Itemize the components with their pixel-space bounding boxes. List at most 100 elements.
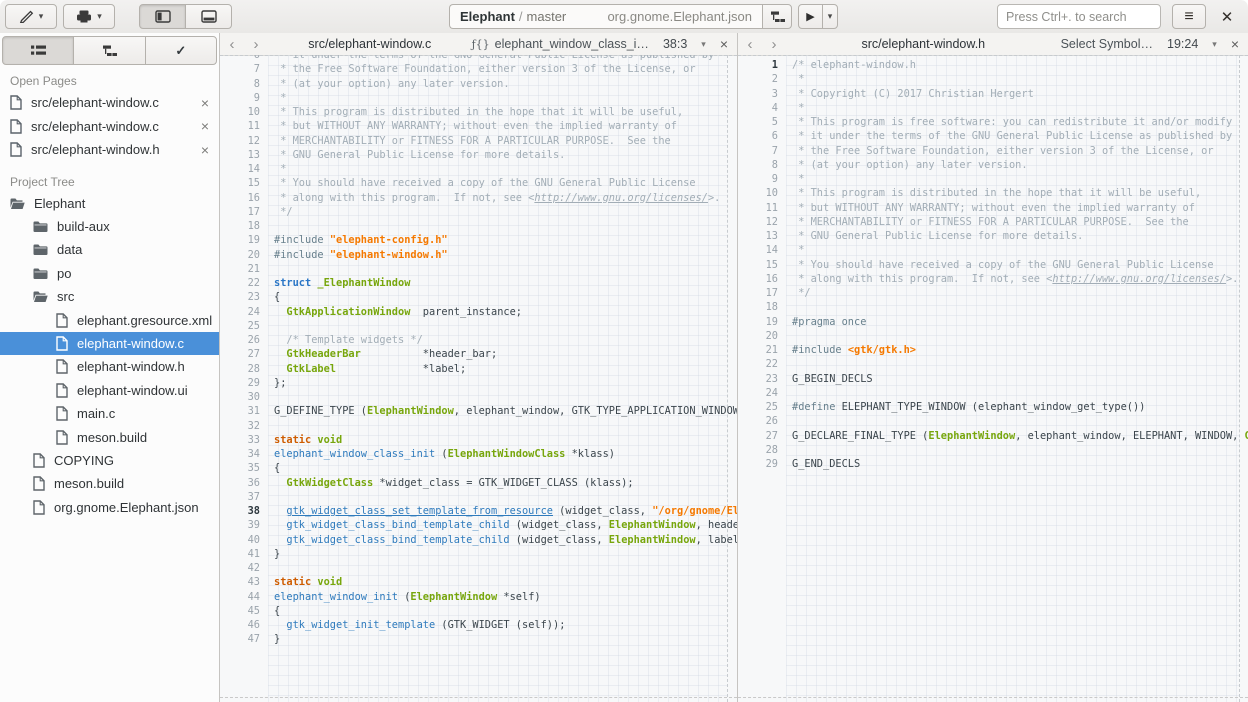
line-number: 24: [738, 386, 786, 400]
sidebar-tab-open-pages[interactable]: [2, 36, 74, 65]
symbol-menu-button[interactable]: ƒ{} elephant_window_class_i…: [472, 37, 649, 51]
tree-item[interactable]: elephant-window.h: [0, 355, 219, 378]
code-text: [268, 561, 274, 575]
tree-item[interactable]: elephant-window.c: [0, 332, 219, 355]
code-editor[interactable]: 6 * it under the terms of the GNU Genera…: [220, 55, 737, 702]
file-icon: [33, 476, 45, 491]
line-number: 21: [220, 262, 268, 276]
run-options-button[interactable]: ▾: [822, 4, 838, 29]
code-text: static void: [268, 433, 342, 447]
chevron-down-icon[interactable]: ▾: [701, 39, 706, 50]
code-editor[interactable]: 1/* elephant-window.h2 *3 * Copyright (C…: [738, 55, 1248, 702]
line-number: 14: [738, 243, 786, 257]
code-line: 27 GtkHeaderBar *header_bar;: [220, 347, 737, 361]
code-line: 20: [738, 329, 1248, 343]
code-line: 11 * but WITHOUT ANY WARRANTY; without e…: [220, 119, 737, 133]
code-text: * This program is distributed in the hop…: [786, 186, 1201, 200]
tree-item[interactable]: elephant-window.ui: [0, 379, 219, 402]
code-line: 15 * You should have received a copy of …: [738, 258, 1248, 272]
close-pane-button[interactable]: ×: [720, 36, 728, 52]
code-line: 25: [220, 319, 737, 333]
tree-item[interactable]: meson.build: [0, 472, 219, 495]
nav-forward-button[interactable]: ›: [762, 37, 786, 52]
file-icon: [56, 383, 68, 398]
project-tree: Elephant build-aux data po srcelephant.greso…: [0, 192, 219, 519]
editor-mode-button[interactable]: ▾: [5, 4, 57, 29]
nav-forward-button[interactable]: ›: [244, 37, 268, 52]
close-pane-button[interactable]: ×: [1231, 36, 1239, 52]
code-text: {: [268, 604, 280, 618]
tree-item[interactable]: COPYING: [0, 449, 219, 472]
code-line: 46 gtk_widget_init_template (GTK_WIDGET …: [220, 618, 737, 632]
open-page-item[interactable]: src/elephant-window.h×: [0, 138, 219, 162]
chevron-down-icon[interactable]: ▾: [1212, 39, 1217, 50]
tree-icon: [102, 45, 117, 57]
code-line: 9 *: [220, 91, 737, 105]
tree-item[interactable]: src: [0, 285, 219, 308]
chevron-down-icon: ▾: [39, 12, 44, 21]
line-number: 8: [738, 158, 786, 172]
search-input[interactable]: [997, 4, 1161, 29]
code-text: *: [786, 243, 804, 257]
tree-item-label: meson.build: [77, 430, 147, 445]
project-name: Elephant: [460, 9, 515, 24]
code-line: 19#include "elephant-config.h": [220, 233, 737, 247]
symbol-menu-button[interactable]: Select Symbol…: [1061, 37, 1153, 51]
line-number: 9: [738, 172, 786, 186]
document-title: src/elephant-window.h: [786, 37, 1061, 51]
code-text: G_DEFINE_TYPE (ElephantWindow, elephant_…: [268, 404, 737, 418]
tree-item[interactable]: po: [0, 262, 219, 285]
code-text: [268, 262, 274, 276]
device-button[interactable]: ▾: [63, 4, 115, 29]
tree-item[interactable]: meson.build: [0, 425, 219, 448]
tree-item[interactable]: data: [0, 238, 219, 261]
tree-item[interactable]: elephant.gresource.xml: [0, 308, 219, 331]
line-number: 16: [220, 191, 268, 205]
line-number: 27: [738, 429, 786, 443]
pane-header: ‹ › src/elephant-window.h Select Symbol……: [738, 33, 1248, 56]
menu-button[interactable]: ≡: [1172, 4, 1206, 29]
nav-back-button[interactable]: ‹: [220, 37, 244, 52]
tree-item-label: elephant-window.ui: [77, 383, 188, 398]
tree-item[interactable]: main.c: [0, 402, 219, 425]
file-icon: [56, 313, 68, 328]
sidebar-tab-tasks[interactable]: ✓: [145, 36, 217, 65]
line-number: 8: [220, 77, 268, 91]
line-number: 27: [220, 347, 268, 361]
run-button[interactable]: ▶: [798, 4, 823, 29]
close-icon[interactable]: ×: [199, 118, 211, 134]
close-icon[interactable]: ×: [199, 95, 211, 111]
code-line: 9 *: [738, 172, 1248, 186]
window-close-button[interactable]: ✕: [1212, 4, 1242, 29]
code-text: #include "elephant-config.h": [268, 233, 448, 247]
line-number: 5: [738, 115, 786, 129]
tree-item[interactable]: build-aux: [0, 215, 219, 238]
code-line: 41}: [220, 547, 737, 561]
line-number: 38: [220, 504, 268, 518]
open-page-item[interactable]: src/elephant-window.c×: [0, 115, 219, 139]
code-text: * it under the terms of the GNU General …: [786, 129, 1232, 143]
tree-item[interactable]: Elephant: [0, 192, 219, 215]
file-icon: [56, 336, 68, 351]
code-line: 29G_END_DECLS: [738, 457, 1248, 471]
run-group: ▶ ▾: [798, 4, 839, 29]
line-number: 14: [220, 162, 268, 176]
tree-item-label: build-aux: [57, 219, 110, 234]
close-icon[interactable]: ×: [199, 142, 211, 158]
code-line: 20#include "elephant-window.h": [220, 248, 737, 262]
toggle-bottom-panel-button[interactable]: [185, 4, 232, 29]
tree-item[interactable]: org.gnome.Elephant.json: [0, 496, 219, 519]
code-text: }: [268, 547, 280, 561]
tree-item-label: po: [57, 266, 71, 281]
code-text: * it under the terms of the GNU General …: [268, 55, 714, 62]
sidebar-tab-project-tree[interactable]: [73, 36, 145, 65]
code-text: {: [268, 290, 280, 304]
open-page-item[interactable]: src/elephant-window.c×: [0, 91, 219, 115]
omnibar-button[interactable]: Elephant / master org.gnome.Elephant.jso…: [449, 4, 762, 29]
code-line: 27G_DECLARE_FINAL_TYPE (ElephantWindow, …: [738, 429, 1248, 443]
build-button[interactable]: [762, 4, 792, 29]
toggle-left-panel-button[interactable]: [139, 4, 186, 29]
code-line: 34elephant_window_class_init (ElephantWi…: [220, 447, 737, 461]
symbol-label: elephant_window_class_i…: [495, 37, 649, 51]
nav-back-button[interactable]: ‹: [738, 37, 762, 52]
